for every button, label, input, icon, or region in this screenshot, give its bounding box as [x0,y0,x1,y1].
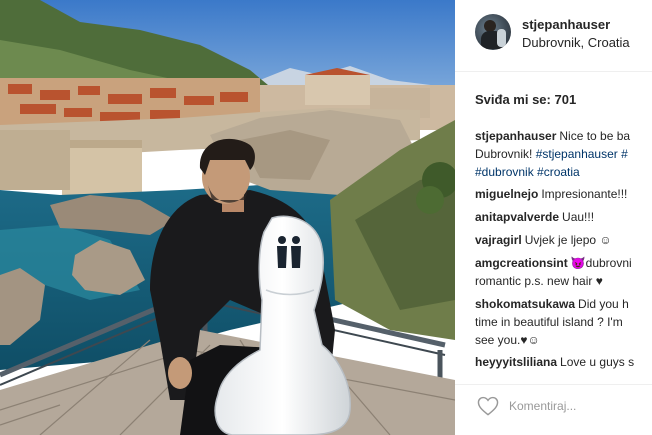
comment-text-line: romantic p.s. new hair ♥ [475,274,603,288]
comment-text: Impresionante!!! [541,187,628,201]
list-item: shokomatsukawa Did you h time in beautifu… [475,295,652,349]
post-location[interactable]: Dubrovnik, Croatia [522,35,630,50]
list-item: amgcreationsint 😈dubrovni romantic p.s. n… [475,254,652,290]
list-item: anitapvalverde Uau!!! [475,208,652,226]
post-actions [455,384,652,435]
comment-username[interactable]: vajragirl [475,233,522,247]
comment-text: Love u guys s [560,355,635,369]
comment-text: Nice to be ba [559,129,631,143]
post-side-panel: stjepanhauser Dubrovnik, Croatia Sviđa m… [455,0,652,435]
comment-username[interactable]: stjepanhauser [475,129,556,143]
list-item: heyyyitsliliana Love u guys s [475,353,652,371]
post-header: stjepanhauser Dubrovnik, Croatia [455,0,652,72]
post-image [0,0,455,435]
comment-username[interactable]: heyyyitsliliana [475,355,557,369]
comment-text-line: time in beautiful island ? I'm [475,315,623,329]
list-item: miguelnejo Impresionante!!! [475,185,652,203]
likes-count[interactable]: Sviđa mi se: 701 [475,92,576,107]
comment-input[interactable] [509,395,649,417]
comment-username[interactable]: anitapvalverde [475,210,559,224]
comment-text: Did you h [578,297,629,311]
avatar[interactable] [475,14,511,50]
comment-text-line: Dubrovnik! [475,147,536,161]
list-item: stjepanhauser Nice to be ba Dubrovnik! #s… [475,127,652,181]
comment-username[interactable]: amgcreationsint [475,256,568,270]
comment-text-line: see you.♥☺ [475,333,540,347]
post-photo[interactable] [0,0,455,435]
comment-username[interactable]: shokomatsukawa [475,297,575,311]
heart-outline-icon[interactable] [477,396,499,416]
comment-text: 😈dubrovni [570,256,632,270]
hashtag-link[interactable]: #dubrovnik #croatia [475,165,580,179]
comment-text: Uau!!! [562,210,595,224]
post-username[interactable]: stjepanhauser [522,17,610,32]
hashtag-link[interactable]: #stjepanhauser # [536,147,628,161]
comment-text: Uvjek je ljepo ☺ [524,233,612,247]
list-item: vajragirl Uvjek je ljepo ☺ [475,231,652,249]
comment-username[interactable]: miguelnejo [475,187,538,201]
